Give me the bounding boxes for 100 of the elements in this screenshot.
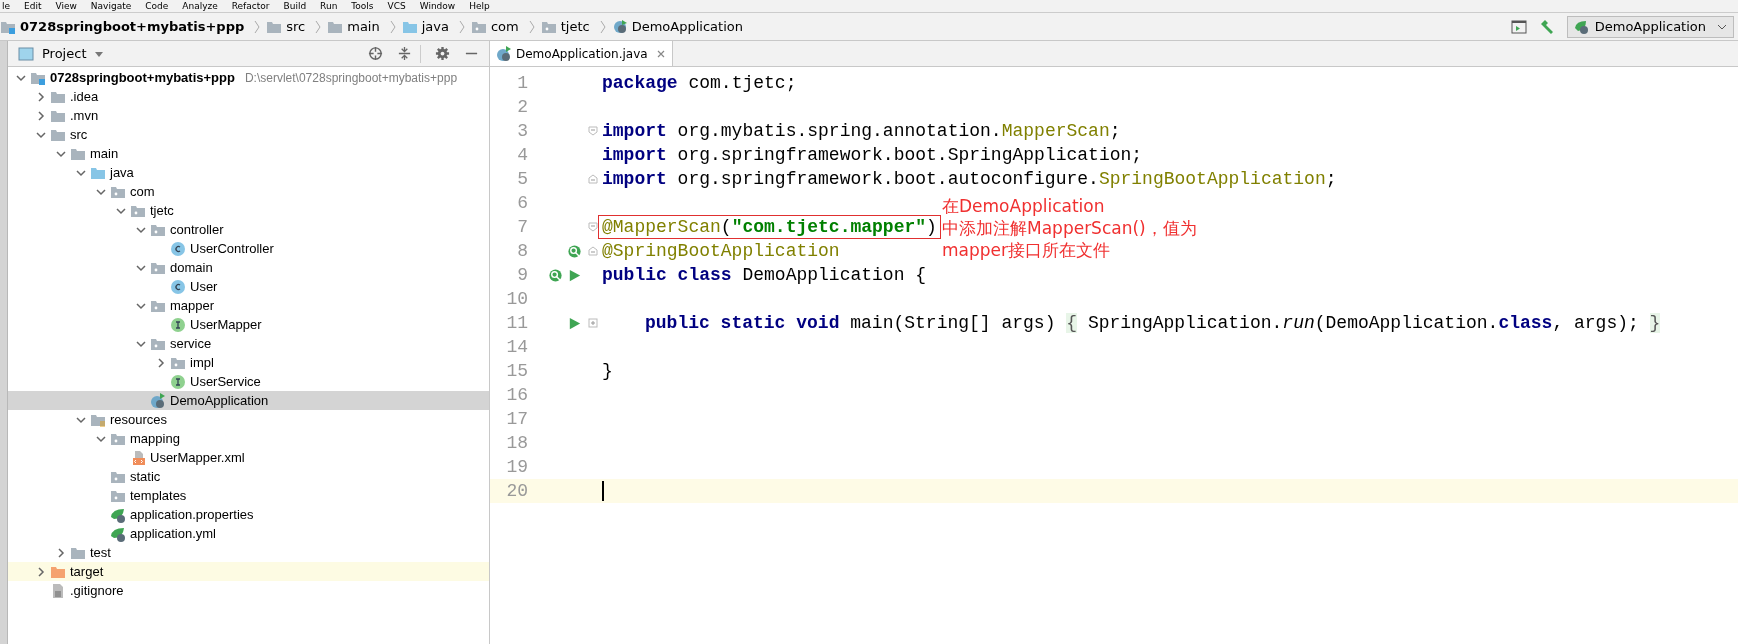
bean-icon[interactable]: [548, 267, 563, 283]
run-window-icon[interactable]: [1510, 18, 1527, 35]
chevron-icon[interactable]: [16, 72, 26, 83]
run-icon[interactable]: [567, 267, 582, 283]
chevron-icon[interactable]: [96, 433, 106, 444]
tree-item[interactable]: 0728springboot+mybatis+ppp D:\servlet\0728springboot+mybatis+ppp: [8, 68, 489, 87]
chevron-icon: [457, 18, 466, 35]
chevron-icon[interactable]: [36, 566, 46, 577]
locate-icon[interactable]: [368, 46, 383, 61]
menu-item[interactable]: Tools: [351, 0, 374, 12]
code-line: @SpringBootApplication: [601, 240, 841, 263]
menu-item[interactable]: Edit: [24, 0, 42, 12]
menu-item[interactable]: Window: [419, 0, 456, 12]
code-line: }: [601, 360, 614, 383]
annotation-note: 中添加注解MapperScan()，值为: [942, 217, 1197, 239]
menu-item[interactable]: VCS: [387, 0, 406, 12]
tree-item[interactable]: UserController: [8, 239, 489, 258]
chevron-icon[interactable]: [56, 148, 66, 159]
menu-item[interactable]: View: [55, 0, 77, 12]
tree-item[interactable]: UserMapper.xml: [8, 448, 489, 467]
window-icon: [18, 45, 34, 62]
tree-item[interactable]: static: [8, 467, 489, 486]
line-number: 20: [505, 481, 528, 501]
chevron-icon[interactable]: [36, 129, 46, 140]
breadcrumb-item[interactable]: com: [490, 19, 519, 34]
leaf-icon: [110, 525, 126, 542]
menu-item[interactable]: Code: [145, 0, 169, 12]
tree-item[interactable]: .gitignore: [8, 581, 489, 600]
file-icon: [50, 582, 66, 599]
leaf-icon: [110, 506, 126, 523]
tree-item[interactable]: com: [8, 182, 489, 201]
tree-item[interactable]: application.properties: [8, 505, 489, 524]
chevron-icon: [253, 18, 262, 35]
chevron-icon[interactable]: [136, 224, 146, 235]
tree-item[interactable]: User: [8, 277, 489, 296]
tree-item[interactable]: domain: [8, 258, 489, 277]
interface-icon: [170, 373, 186, 390]
chevron-icon[interactable]: [36, 110, 46, 121]
line-number: 17: [505, 409, 528, 429]
panel-title[interactable]: Project: [42, 46, 87, 61]
menu-item[interactable]: Analyze: [182, 0, 218, 12]
run-configuration-dropdown[interactable]: DemoApplication: [1566, 15, 1734, 38]
tree-item[interactable]: src: [8, 125, 489, 144]
tree-item[interactable]: .idea: [8, 87, 489, 106]
tree-item[interactable]: controller: [8, 220, 489, 239]
code-line: public static void main(String[] args) { SpringApplication.run(DemoApplication.class, args); }: [644, 312, 1662, 335]
chevron-icon[interactable]: [136, 262, 146, 273]
code-line: package com.tjetc;: [601, 72, 798, 95]
chevron-icon: [527, 18, 536, 35]
tree-item[interactable]: UserMapper: [8, 315, 489, 334]
chevron-icon[interactable]: [56, 547, 66, 558]
tree-item[interactable]: impl: [8, 353, 489, 372]
tree-item[interactable]: application.yml: [8, 524, 489, 543]
line-number: 3: [516, 121, 528, 141]
menu-item[interactable]: Help: [469, 0, 490, 12]
menu-item[interactable]: Refactor: [231, 0, 270, 12]
breadcrumb-item[interactable]: src: [286, 19, 306, 34]
close-icon[interactable]: [655, 48, 666, 59]
line-number: 1: [516, 73, 528, 93]
run-icon[interactable]: [567, 315, 582, 331]
tree-item[interactable]: target: [8, 562, 489, 581]
chevron-icon[interactable]: [36, 91, 46, 102]
breadcrumb-item[interactable]: tjetc: [560, 19, 590, 34]
collapse-icon[interactable]: [397, 46, 412, 61]
tree-item[interactable]: mapping: [8, 429, 489, 448]
chevron-icon[interactable]: [136, 338, 146, 349]
tree-item[interactable]: templates: [8, 486, 489, 505]
tree-item[interactable]: resources: [8, 410, 489, 429]
tree-item[interactable]: DemoApplication: [8, 391, 489, 410]
bean-icon[interactable]: [567, 243, 582, 259]
settings-icon[interactable]: [435, 46, 450, 61]
chevron-icon[interactable]: [76, 167, 86, 178]
tree-item[interactable]: UserService: [8, 372, 489, 391]
breadcrumb-item[interactable]: 0728springboot+mybatis+ppp: [20, 19, 245, 34]
menu-item[interactable]: le: [2, 0, 11, 12]
line-number: 4: [516, 145, 528, 165]
breadcrumb-item[interactable]: java: [421, 19, 449, 34]
tree-item[interactable]: main: [8, 144, 489, 163]
tree-item[interactable]: .mvn: [8, 106, 489, 125]
xml-file-icon: [130, 449, 146, 466]
breadcrumb-item[interactable]: DemoApplication: [631, 19, 743, 34]
tree-item[interactable]: tjetc: [8, 201, 489, 220]
line-number: 16: [505, 385, 528, 405]
tree-item[interactable]: mapper: [8, 296, 489, 315]
editor-tab[interactable]: DemoApplication.java: [490, 41, 673, 66]
chevron-icon: [598, 18, 607, 35]
leaf-icon: [1573, 18, 1590, 35]
chevron-icon[interactable]: [96, 186, 106, 197]
chevron-icon[interactable]: [76, 414, 86, 425]
menu-item[interactable]: Run: [320, 0, 338, 12]
chevron-icon[interactable]: [156, 357, 166, 368]
tree-item[interactable]: test: [8, 543, 489, 562]
chevron-icon[interactable]: [136, 300, 146, 311]
line-number: 5: [516, 169, 528, 189]
tree-item[interactable]: service: [8, 334, 489, 353]
tree-item[interactable]: java: [8, 163, 489, 182]
menu-item[interactable]: Navigate: [90, 0, 132, 12]
breadcrumb-item[interactable]: main: [347, 19, 380, 34]
chevron-icon[interactable]: [116, 205, 126, 216]
menu-item[interactable]: Build: [283, 0, 307, 12]
